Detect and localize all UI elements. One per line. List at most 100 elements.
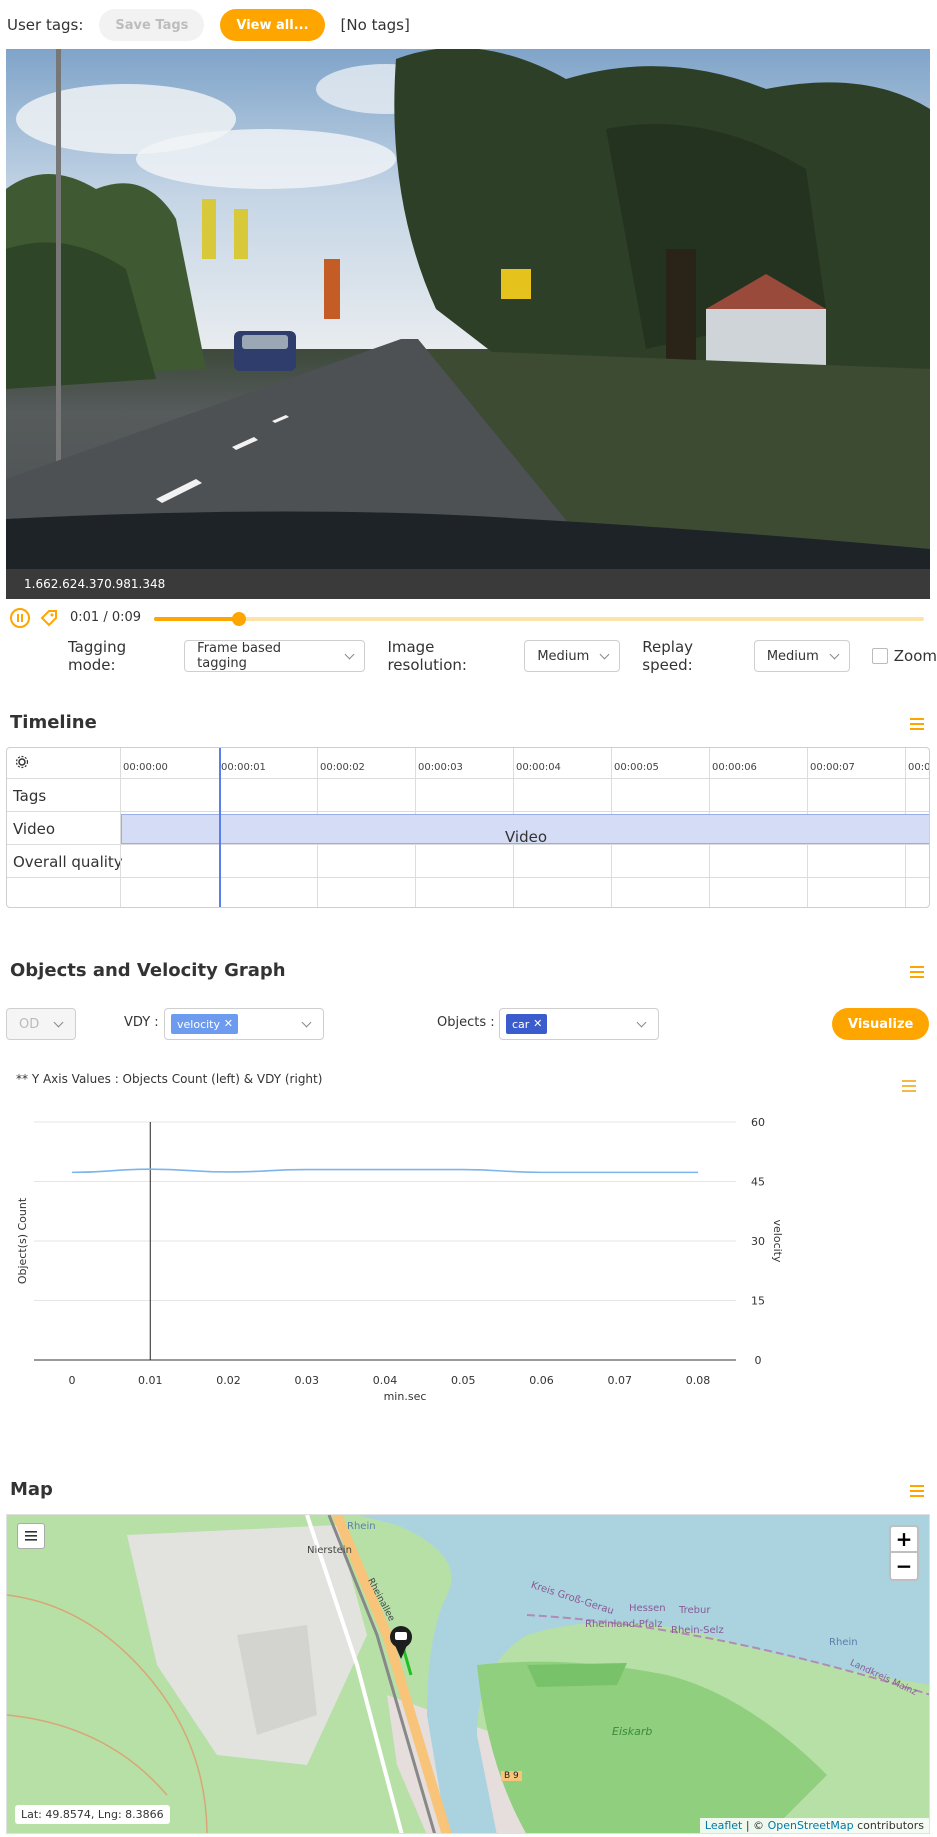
close-icon[interactable]: ✕ [224, 1017, 233, 1030]
map-label-rhein: Rhein [347, 1521, 376, 1532]
timeline-title: Timeline [10, 712, 97, 733]
timeline-tick: 00:00:02 [320, 762, 365, 773]
seek-handle[interactable] [231, 612, 246, 626]
vdy-chip-label: velocity [177, 1017, 220, 1031]
zoom-checkbox[interactable] [871, 648, 888, 664]
map-coordinates: Lat: 49.8574, Lng: 8.3866 [15, 1805, 170, 1824]
user-tags-row: User tags: Save Tags View all... [No tag… [7, 8, 410, 42]
timeline-row-empty [7, 878, 929, 907]
video-timestamp-bar: 1.662.624.370.981.348 [6, 569, 930, 599]
replay-speed-label: Replay speed: [642, 638, 694, 674]
chart-canvas: 60 45 30 15 0 0 0.01 0.02 0.03 0.04 0.05 0.06 0.07 0.… [16, 1116, 784, 1403]
zoom-in-button[interactable]: + [889, 1525, 919, 1553]
map-label-eiskarb: Eiskarb [612, 1725, 653, 1738]
tagging-mode-select[interactable]: Frame based tagging [184, 640, 366, 672]
map-title: Map [10, 1479, 53, 1500]
image-resolution-select[interactable]: Medium [524, 640, 621, 672]
map-attribution: Leaflet | © OpenStreetMap contributors [699, 1818, 929, 1833]
save-tags-button[interactable]: Save Tags [99, 9, 205, 41]
x-tick-label: 0.07 [608, 1374, 633, 1387]
user-tags-label: User tags: [7, 16, 84, 34]
video-scene-image [6, 49, 930, 569]
timeline-tick: 00:00:06 [712, 762, 757, 773]
y-right-tick-label: 15 [751, 1295, 765, 1308]
objects-chip[interactable]: car ✕ [506, 1014, 548, 1034]
objects-graph-menu-icon[interactable] [910, 966, 924, 978]
map-label-nierstein: Nierstein [307, 1545, 352, 1556]
x-tick-label: 0.05 [451, 1374, 476, 1387]
timeline-row-overall-quality: Overall quality [7, 845, 929, 878]
od-select[interactable]: OD [6, 1008, 76, 1040]
vdy-label: VDY : [124, 1015, 159, 1030]
settings-row: Tagging mode: Frame based tagging Image … [68, 638, 937, 674]
x-axis-title: min.sec [384, 1390, 427, 1403]
timeline-row-tags: Tags [7, 779, 929, 812]
map-label-hessen: Hessen [629, 1603, 666, 1614]
timeline-tick: 00:00:00 [123, 762, 168, 773]
map-menu-icon[interactable] [910, 1485, 924, 1497]
timeline-cursor[interactable] [219, 748, 221, 907]
timeline-video-segment[interactable]: Video [121, 814, 929, 846]
x-tick-label: 0 [69, 1374, 76, 1387]
seek-progress [154, 617, 239, 621]
tag-icon[interactable] [40, 609, 58, 631]
map-label-trebur: Trebur [679, 1605, 711, 1616]
video-timestamp: 1.662.624.370.981.348 [24, 577, 166, 591]
visualize-button[interactable]: Visualize [832, 1008, 930, 1040]
objects-select[interactable]: car ✕ [499, 1008, 659, 1040]
y-right-tick-label: 30 [751, 1235, 765, 1248]
gear-icon[interactable] [15, 755, 29, 773]
zoom-out-button[interactable]: − [889, 1553, 919, 1581]
replay-speed-select[interactable]: Medium [753, 640, 850, 672]
timeline-video-segment-label: Video [504, 828, 548, 846]
objects-chip-label: car [512, 1017, 530, 1031]
map-label-rhein-right: Rhein [829, 1637, 858, 1648]
timeline-tick: 00:00:05 [614, 762, 659, 773]
osm-link[interactable]: OpenStreetMap [768, 1819, 854, 1832]
x-tick-label: 0.06 [529, 1374, 554, 1387]
attribution-suffix: contributors [857, 1819, 924, 1832]
map-view[interactable]: Rhein Nierstein Rheinallee Kreis Groß-Ge… [6, 1514, 930, 1834]
timeline-tick: 00:00:07 [810, 762, 855, 773]
timeline-panel[interactable]: Tags Video Overall quality 00:00:00 00:0… [6, 747, 930, 908]
pause-icon[interactable] [10, 608, 30, 628]
y-left-axis-title: Object(s) Count [16, 1197, 29, 1284]
timeline-row-label: Tags [13, 787, 47, 805]
vdy-chip[interactable]: velocity ✕ [171, 1014, 238, 1034]
timeline-row-label: Overall quality [13, 853, 123, 871]
timeline-menu-icon[interactable] [910, 718, 924, 730]
series-line-velocity [71, 1168, 698, 1174]
timeline-tick: 00:00:04 [516, 762, 561, 773]
x-tick-label: 0.01 [138, 1374, 163, 1387]
map-tiles [7, 1515, 929, 1833]
view-all-tags-button[interactable]: View all... [220, 9, 325, 41]
timeline-tick: 00:00:0 [908, 762, 930, 773]
y-right-axis-title: velocity [771, 1220, 784, 1263]
timeline-tick: 00:00:03 [418, 762, 463, 773]
leaflet-link[interactable]: Leaflet [705, 1819, 742, 1832]
y-right-tick-label: 45 [751, 1176, 765, 1189]
y-right-tick-label: 60 [751, 1116, 765, 1129]
x-tick-label: 0.02 [216, 1374, 241, 1387]
objects-graph-title: Objects and Velocity Graph [10, 960, 286, 981]
y-right-tick-label: 0 [755, 1354, 762, 1367]
zoom-label: Zoom [893, 647, 937, 665]
current-tags-text: [No tags] [340, 16, 410, 34]
close-icon[interactable]: ✕ [533, 1017, 542, 1030]
vdy-select[interactable]: velocity ✕ [164, 1008, 324, 1040]
player-controls: 0:01 / 0:09 [6, 605, 930, 633]
layers-icon[interactable] [17, 1523, 45, 1549]
x-tick-label: 0.03 [295, 1374, 320, 1387]
velocity-chart: ** Y Axis Values : Objects Count (left) … [6, 1070, 930, 1430]
objects-label: Objects : [437, 1015, 495, 1030]
video-frame[interactable] [6, 49, 930, 569]
image-resolution-label: Image resolution: [387, 638, 467, 674]
chart-menu-icon[interactable] [902, 1080, 916, 1092]
map-label-rhein-selz: Rhein-Selz [671, 1625, 724, 1636]
timeline-row-label: Video [13, 820, 56, 838]
map-label-b9: B 9 [501, 1771, 522, 1781]
timeline-tick: 00:00:01 [221, 762, 266, 773]
x-tick-label: 0.08 [686, 1374, 711, 1387]
seek-slider[interactable] [154, 612, 924, 626]
map-label-rlp: Rheinland-Pfalz [585, 1619, 663, 1630]
